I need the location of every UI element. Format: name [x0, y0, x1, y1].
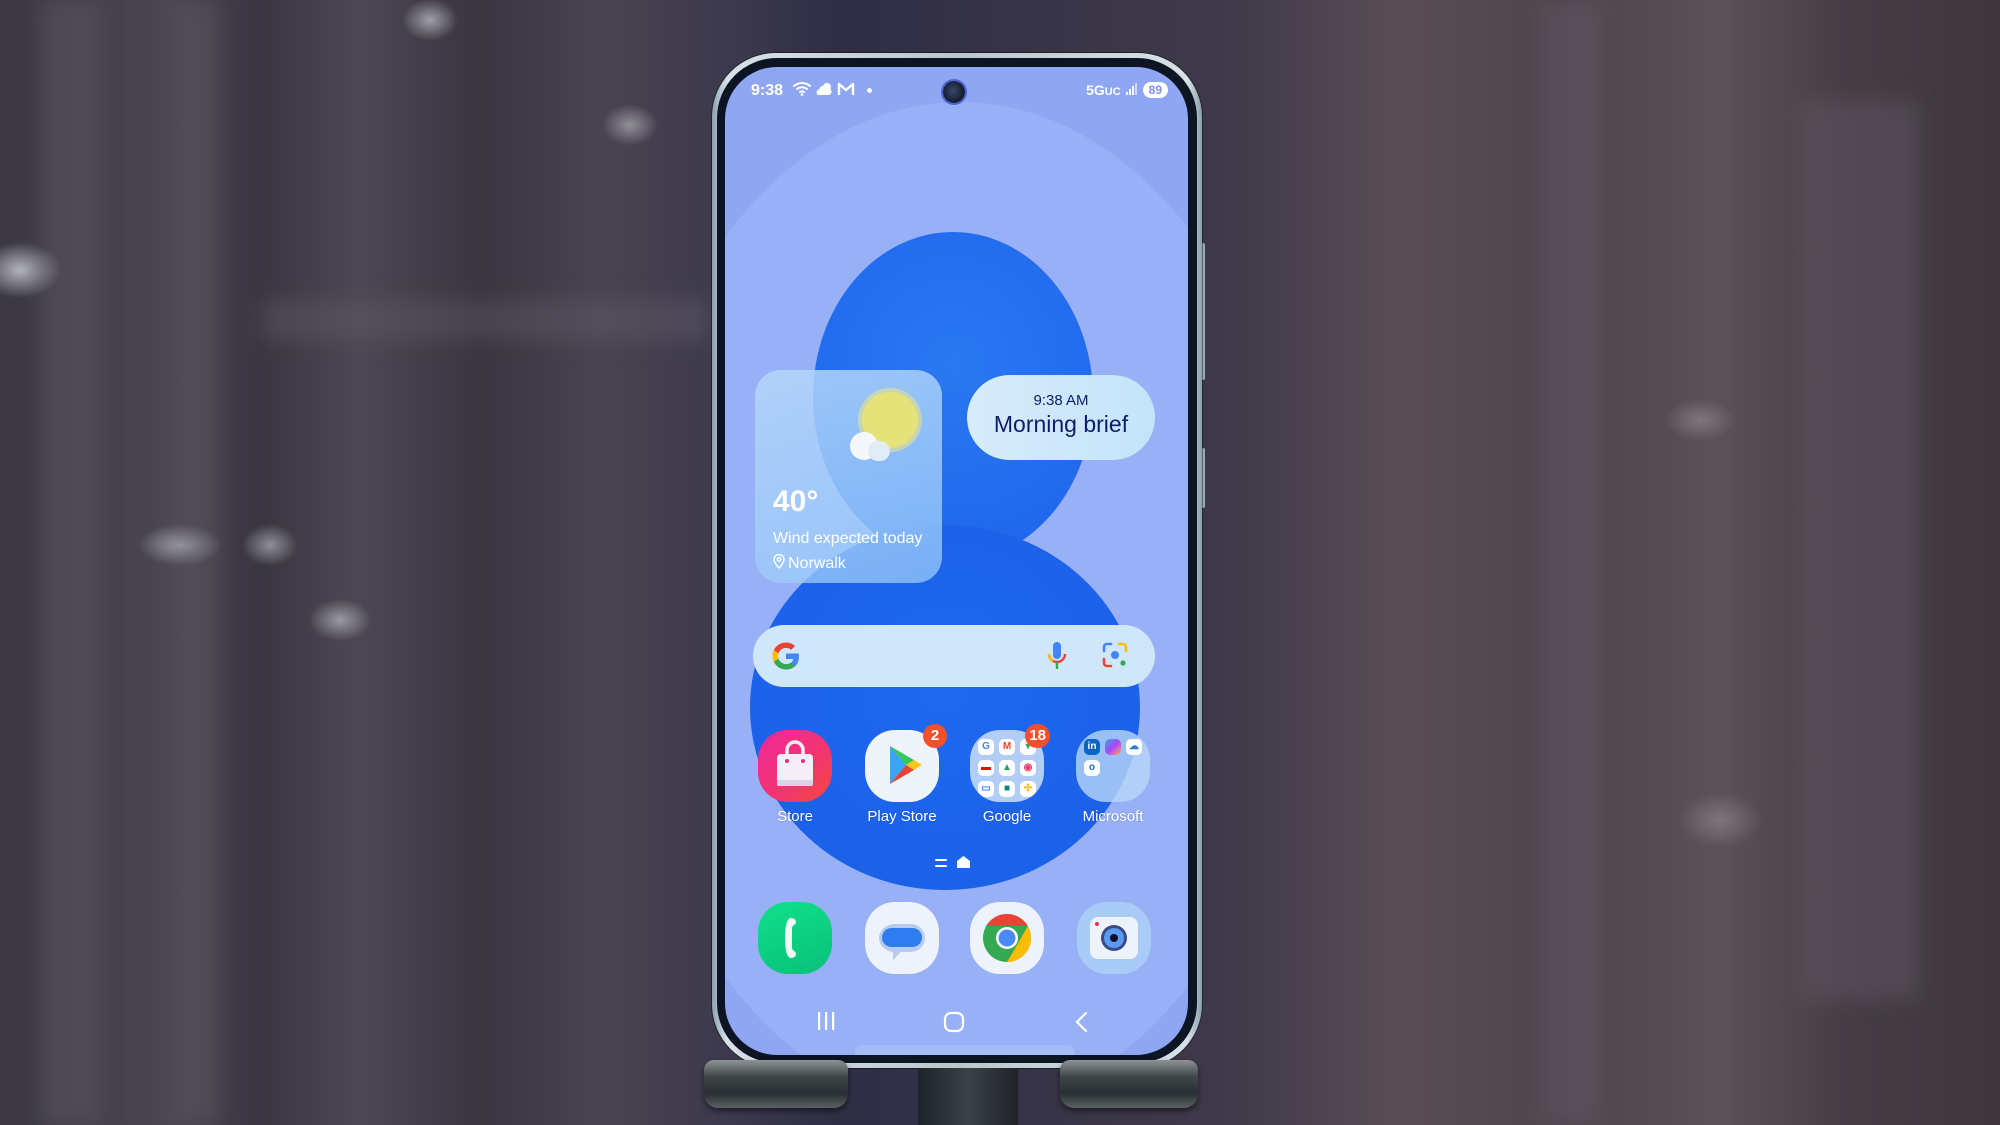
background-building [1540, 0, 1600, 1125]
youtube-app-icon: ▬ [978, 760, 994, 776]
messages-icon [865, 902, 939, 974]
meet-app-icon: ■ [999, 781, 1015, 797]
network-type: 5GUC [1086, 82, 1121, 98]
brief-time: 9:38 AM [1033, 392, 1089, 409]
back-button[interactable] [1074, 1011, 1088, 1038]
linkedin-app-icon: in [1084, 739, 1100, 755]
app-store[interactable]: Store [758, 730, 832, 825]
weather-temperature: 40° [773, 485, 819, 518]
brief-title: Morning brief [993, 411, 1129, 437]
weather-location: Norwalk [773, 553, 846, 574]
phone-stand-pole [918, 1068, 1018, 1125]
yt-music-app-icon: ◉ [1020, 760, 1036, 776]
google-g-icon [769, 637, 803, 675]
app-label: Microsoft [1082, 808, 1144, 825]
google-lens-icon[interactable] [1101, 641, 1129, 669]
phone-icon [758, 902, 832, 974]
camera-icon [1077, 902, 1151, 974]
front-camera [943, 81, 965, 103]
battery-indicator: 89 [1142, 82, 1168, 98]
google-search-bar[interactable] [753, 625, 1155, 687]
app-label: Play Store [867, 808, 937, 825]
copilot-app-icon [1105, 739, 1121, 755]
gmail-icon [837, 82, 855, 99]
app-label: Google [982, 808, 1032, 825]
microsoft-folder-icon: in ☁ o [1076, 730, 1150, 802]
app-label: Store [777, 808, 813, 825]
background-building [1800, 100, 1920, 1000]
outlook-app-icon: o [1084, 760, 1100, 776]
app-play-store[interactable]: 2 Play Store [865, 724, 947, 825]
app-folder-microsoft[interactable]: in ☁ o Microsoft [1076, 730, 1150, 825]
background-building [40, 0, 100, 1125]
background-building [260, 300, 710, 340]
dock-chrome[interactable] [970, 902, 1044, 974]
weather-location-name: Norwalk [788, 555, 846, 572]
recents-button[interactable] [817, 1011, 835, 1036]
location-pin-icon [773, 553, 785, 574]
notification-badge: 2 [923, 724, 947, 748]
signal-icon [1125, 82, 1138, 98]
phone-screen: 9:38 5GUC 89 40° Wind expected today Nor… [725, 67, 1188, 1055]
microphone-icon[interactable] [1045, 639, 1069, 673]
apps-list-icon [935, 855, 947, 871]
home-page-icon [957, 855, 970, 871]
gesture-hint-bar [855, 1045, 1075, 1055]
weather-cloud-icon [815, 82, 833, 99]
photos-app-icon: ✣ [1020, 781, 1036, 797]
cloud-icon-part [868, 441, 890, 461]
google-tv-app-icon: ▭ [978, 781, 994, 797]
wifi-icon [793, 81, 811, 99]
weather-description: Wind expected today [773, 530, 923, 547]
dock-phone[interactable] [758, 902, 832, 974]
phone-stand-clip-right [1060, 1060, 1198, 1108]
morning-brief-widget[interactable]: 9:38 AM Morning brief [967, 375, 1155, 460]
weather-widget[interactable]: 40° Wind expected today Norwalk [755, 370, 942, 583]
chrome-icon [970, 902, 1044, 974]
app-folder-google[interactable]: G M ▾ ▬ ▲ ◉ ▭ ■ ✣ 18 Google [970, 724, 1050, 825]
drive-app-icon: ▲ [999, 760, 1015, 776]
home-button[interactable] [943, 1011, 965, 1038]
dock-camera[interactable] [1077, 902, 1151, 974]
notification-dot-icon [867, 87, 872, 93]
status-time: 9:38 [751, 82, 784, 99]
galaxy-store-icon [758, 730, 832, 802]
dock-messages[interactable] [865, 902, 939, 974]
background-building [170, 0, 220, 1125]
phone-stand-clip-left [704, 1060, 848, 1108]
google-app-icon: G [978, 739, 994, 755]
onedrive-app-icon: ☁ [1126, 739, 1142, 755]
notification-badge: 18 [1025, 724, 1050, 748]
page-indicator[interactable] [935, 855, 970, 871]
gmail-app-icon: M [999, 739, 1015, 755]
